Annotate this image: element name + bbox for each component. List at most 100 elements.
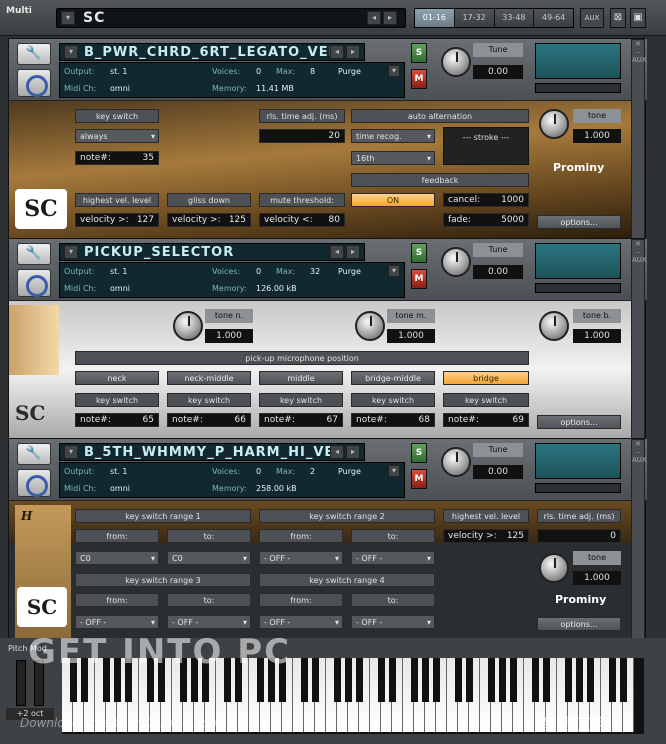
tune-value[interactable]: 0.00	[473, 465, 523, 479]
black-key[interactable]	[488, 658, 495, 702]
options-button[interactable]: options...	[537, 415, 621, 429]
purge-menu[interactable]: Purge	[338, 67, 361, 76]
black-key[interactable]	[510, 658, 517, 702]
page-17-32[interactable]: 17-32	[454, 9, 494, 27]
page-01-16[interactable]: 01-16	[415, 9, 454, 27]
purge-menu[interactable]: Purge	[338, 467, 361, 476]
aux-button[interactable]: AUX	[580, 8, 604, 28]
feedback-on-button[interactable]: ON	[351, 193, 435, 207]
black-key[interactable]	[345, 658, 352, 702]
max-value[interactable]: 32	[310, 267, 320, 276]
stroke-display[interactable]: --- stroke ---	[443, 127, 529, 165]
ksr3-from-menu[interactable]: - OFF -	[75, 615, 159, 629]
fade-field[interactable]: fade: 5000	[443, 213, 529, 227]
neck-middle-button[interactable]: neck-middle	[167, 371, 251, 385]
note-field[interactable]: note#: 35	[75, 151, 159, 165]
black-key[interactable]	[609, 658, 616, 702]
black-key[interactable]	[620, 658, 627, 702]
close-icon[interactable]: ⊠	[610, 8, 626, 28]
mute-button[interactable]: M	[411, 69, 427, 89]
next-icon[interactable]: ▸	[346, 445, 360, 459]
black-key[interactable]	[433, 658, 440, 702]
middle-button[interactable]: middle	[259, 371, 343, 385]
page-49-64[interactable]: 49-64	[534, 9, 573, 27]
instrument-name-box[interactable]: ▾ B_5TH_WHMMY_P_HARM_HI_VEL ◂ ▸	[59, 443, 365, 461]
kontakt-logo-icon[interactable]	[17, 69, 51, 97]
rls-time-value[interactable]: 20	[259, 129, 345, 143]
dropdown-icon[interactable]: ▾	[61, 11, 75, 25]
kontakt-logo-icon[interactable]	[17, 469, 51, 497]
page-33-48[interactable]: 33-48	[494, 9, 534, 27]
note-field[interactable]: note#: 66	[167, 413, 251, 427]
black-key[interactable]	[411, 658, 418, 702]
midi-value[interactable]: omni	[110, 84, 130, 93]
dropdown-icon[interactable]: ▾	[388, 465, 400, 477]
time-recog-menu[interactable]: time recog.	[351, 129, 435, 143]
side-scroll[interactable]: ✕ – AUX	[631, 439, 647, 639]
dropdown-icon[interactable]: ▾	[64, 445, 78, 459]
tone-knob[interactable]	[539, 109, 569, 139]
rls-time-value[interactable]: 0	[537, 529, 621, 543]
output-value[interactable]: st. 1	[110, 467, 127, 476]
ksr1-from-menu[interactable]: C0	[75, 551, 159, 565]
wrench-icon[interactable]: 🔧	[17, 43, 51, 65]
midi-value[interactable]: omni	[110, 284, 130, 293]
black-key[interactable]	[422, 658, 429, 702]
wrench-icon[interactable]: 🔧	[17, 243, 51, 265]
wrench-icon[interactable]: 🔧	[17, 443, 51, 465]
settings-icon[interactable]: ▣	[630, 8, 646, 28]
dropdown-icon[interactable]: ▾	[388, 265, 400, 277]
next-icon[interactable]: ▸	[383, 11, 397, 25]
neck-button[interactable]: neck	[75, 371, 159, 385]
prev-icon[interactable]: ◂	[367, 11, 381, 25]
tone-n-knob[interactable]	[173, 311, 203, 341]
instrument-name-box[interactable]: ▾ PICKUP_SELECTOR ◂ ▸	[59, 243, 365, 261]
tune-knob[interactable]	[441, 447, 471, 477]
options-button[interactable]: options...	[537, 617, 621, 631]
ksr3-to-menu[interactable]: - OFF -	[167, 615, 251, 629]
tune-value[interactable]: 0.00	[473, 65, 523, 79]
dropdown-icon[interactable]: ▾	[64, 45, 78, 59]
dropdown-icon[interactable]: ▾	[388, 65, 400, 77]
tone-value[interactable]: 1.000	[573, 129, 621, 143]
next-icon[interactable]: ▸	[346, 45, 360, 59]
multi-name-box[interactable]: ▾ SC ◂ ▸	[56, 8, 406, 28]
ksr4-from-menu[interactable]: - OFF -	[259, 615, 343, 629]
tone-value[interactable]: 1.000	[573, 571, 621, 585]
bridge-middle-button[interactable]: bridge-middle	[351, 371, 435, 385]
black-key[interactable]	[334, 658, 341, 702]
dropdown-icon[interactable]: ▾	[64, 245, 78, 259]
velocity-field-1[interactable]: velocity >: 127	[75, 213, 159, 227]
tune-value[interactable]: 0.00	[473, 265, 523, 279]
mute-button[interactable]: M	[411, 469, 427, 489]
black-key[interactable]	[455, 658, 462, 702]
purge-menu[interactable]: Purge	[338, 267, 361, 276]
prev-icon[interactable]: ◂	[330, 445, 344, 459]
black-key[interactable]	[587, 658, 594, 702]
always-menu[interactable]: always	[75, 129, 159, 143]
velocity-field[interactable]: velocity >: 125	[443, 529, 529, 543]
tune-knob[interactable]	[441, 247, 471, 277]
tone-b-value[interactable]: 1.000	[573, 329, 621, 343]
cancel-field[interactable]: cancel: 1000	[443, 193, 529, 207]
black-key[interactable]	[565, 658, 572, 702]
note-field[interactable]: note#: 65	[75, 413, 159, 427]
black-key[interactable]	[356, 658, 363, 702]
side-scroll[interactable]: ✕ – AUX	[631, 39, 647, 239]
prev-icon[interactable]: ◂	[330, 45, 344, 59]
instrument-name-box[interactable]: ▾ B_PWR_CHRD_6RT_LEGATO_VEL ◂ ▸	[59, 43, 365, 61]
velocity-field-2[interactable]: velocity >: 125	[167, 213, 251, 227]
pan-slider[interactable]	[535, 83, 621, 93]
tune-knob[interactable]	[441, 47, 471, 77]
kontakt-logo-icon[interactable]	[17, 269, 51, 297]
note-field[interactable]: note#: 67	[259, 413, 343, 427]
tone-m-value[interactable]: 1.000	[387, 329, 435, 343]
black-key[interactable]	[499, 658, 506, 702]
black-key[interactable]	[532, 658, 539, 702]
black-key[interactable]	[301, 658, 308, 702]
side-scroll[interactable]: ✕ – AUX	[631, 239, 647, 439]
black-key[interactable]	[466, 658, 473, 702]
note-field[interactable]: note#: 69	[443, 413, 529, 427]
note-field[interactable]: note#: 68	[351, 413, 435, 427]
tone-b-knob[interactable]	[539, 311, 569, 341]
